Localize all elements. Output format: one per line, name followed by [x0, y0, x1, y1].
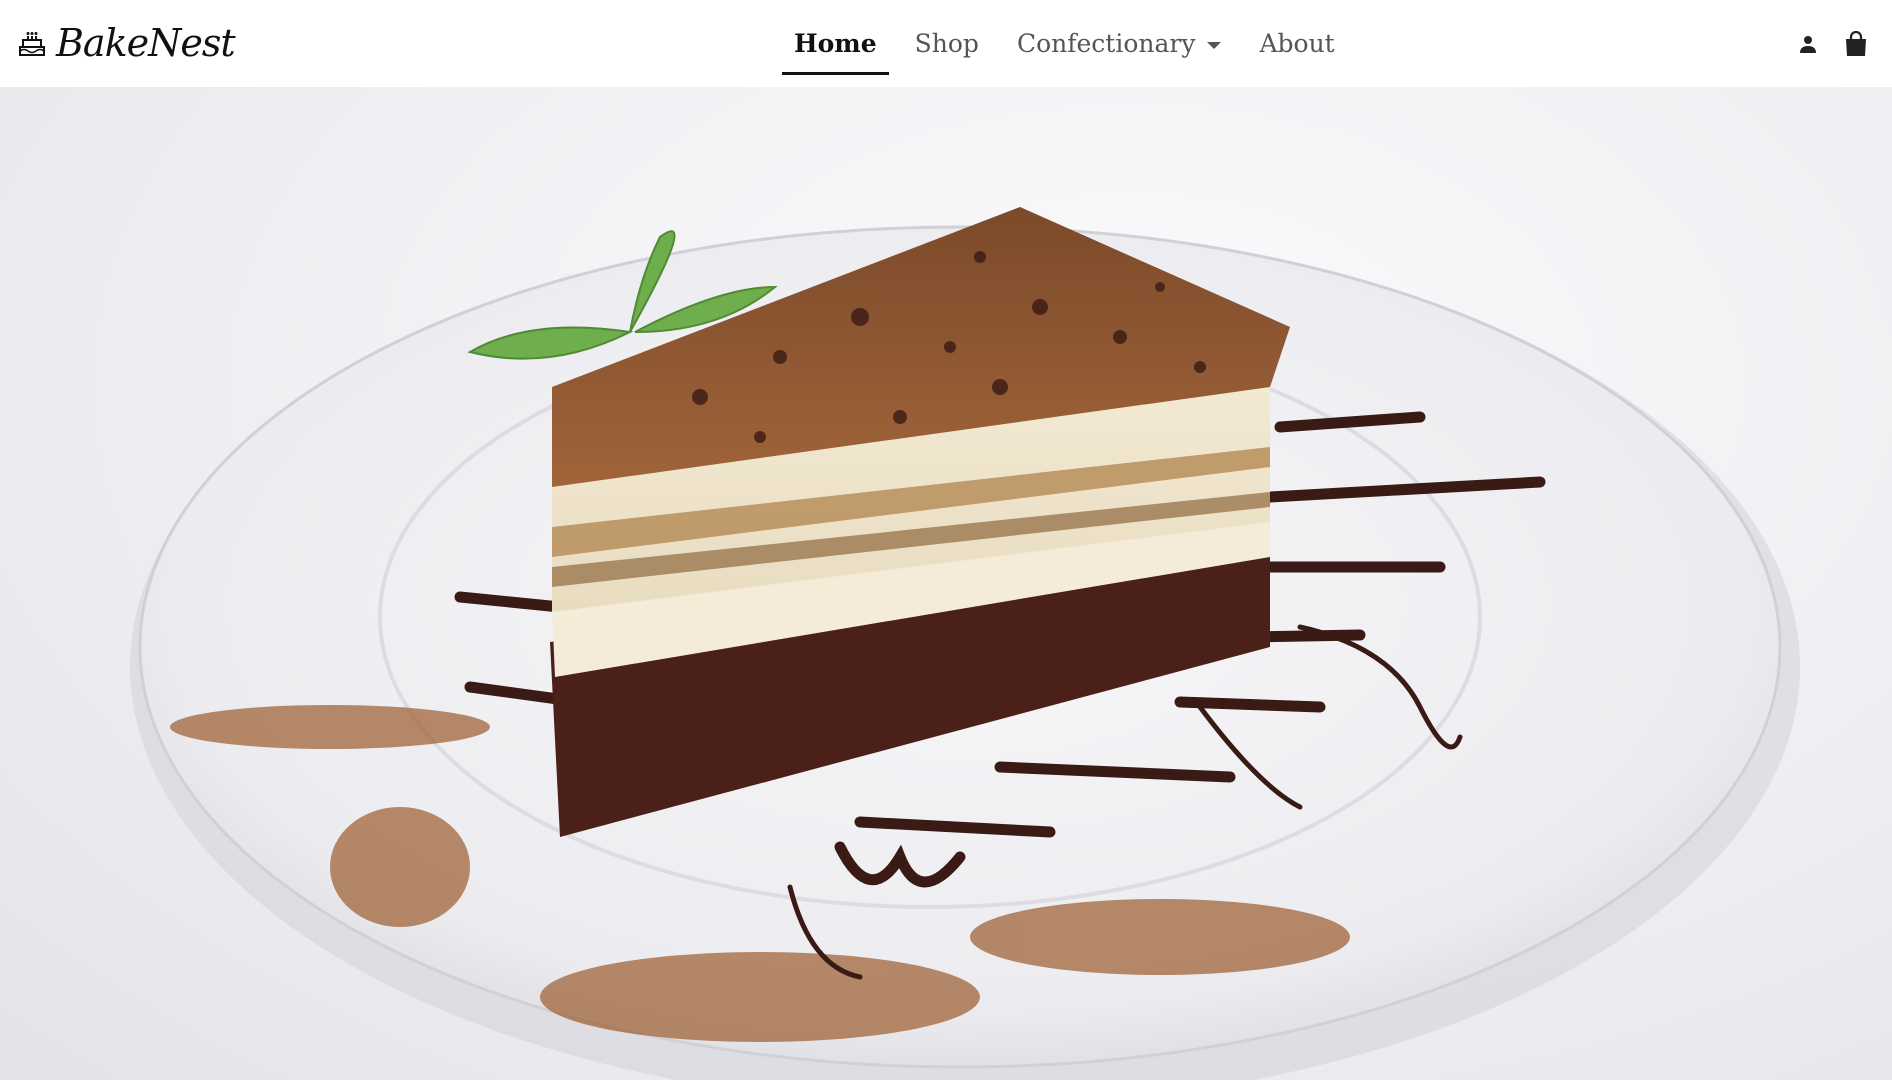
- nav-confectionary-label: Confectionary: [1016, 29, 1196, 58]
- caret-down-icon: [1207, 42, 1222, 49]
- brand-logo[interactable]: BakeNest: [16, 18, 236, 68]
- navbar: BakeNest Home Shop Confectionary About: [0, 0, 1892, 87]
- brand-name: BakeNest: [56, 21, 236, 65]
- nav-shop[interactable]: Shop: [903, 0, 991, 87]
- nav-home[interactable]: Home: [782, 0, 889, 87]
- nav-confectionary-dropdown[interactable]: Confectionary: [1005, 0, 1234, 87]
- main-nav: Home Shop Confectionary About: [782, 0, 1361, 87]
- nav-home-label: Home: [794, 29, 877, 58]
- hero-cake-image: [130, 207, 1800, 1080]
- cake-icon: [19, 32, 45, 56]
- nav-about-label: About: [1259, 29, 1335, 58]
- user-icon: [1800, 35, 1816, 53]
- nav-shop-label: Shop: [914, 29, 979, 58]
- nav-about[interactable]: About: [1247, 0, 1346, 87]
- account-button[interactable]: [1792, 28, 1824, 60]
- shopping-bag-icon: [1846, 30, 1866, 56]
- nav-actions: [1776, 0, 1872, 87]
- cart-button[interactable]: [1840, 28, 1872, 60]
- hero-banner: [0, 87, 1892, 1080]
